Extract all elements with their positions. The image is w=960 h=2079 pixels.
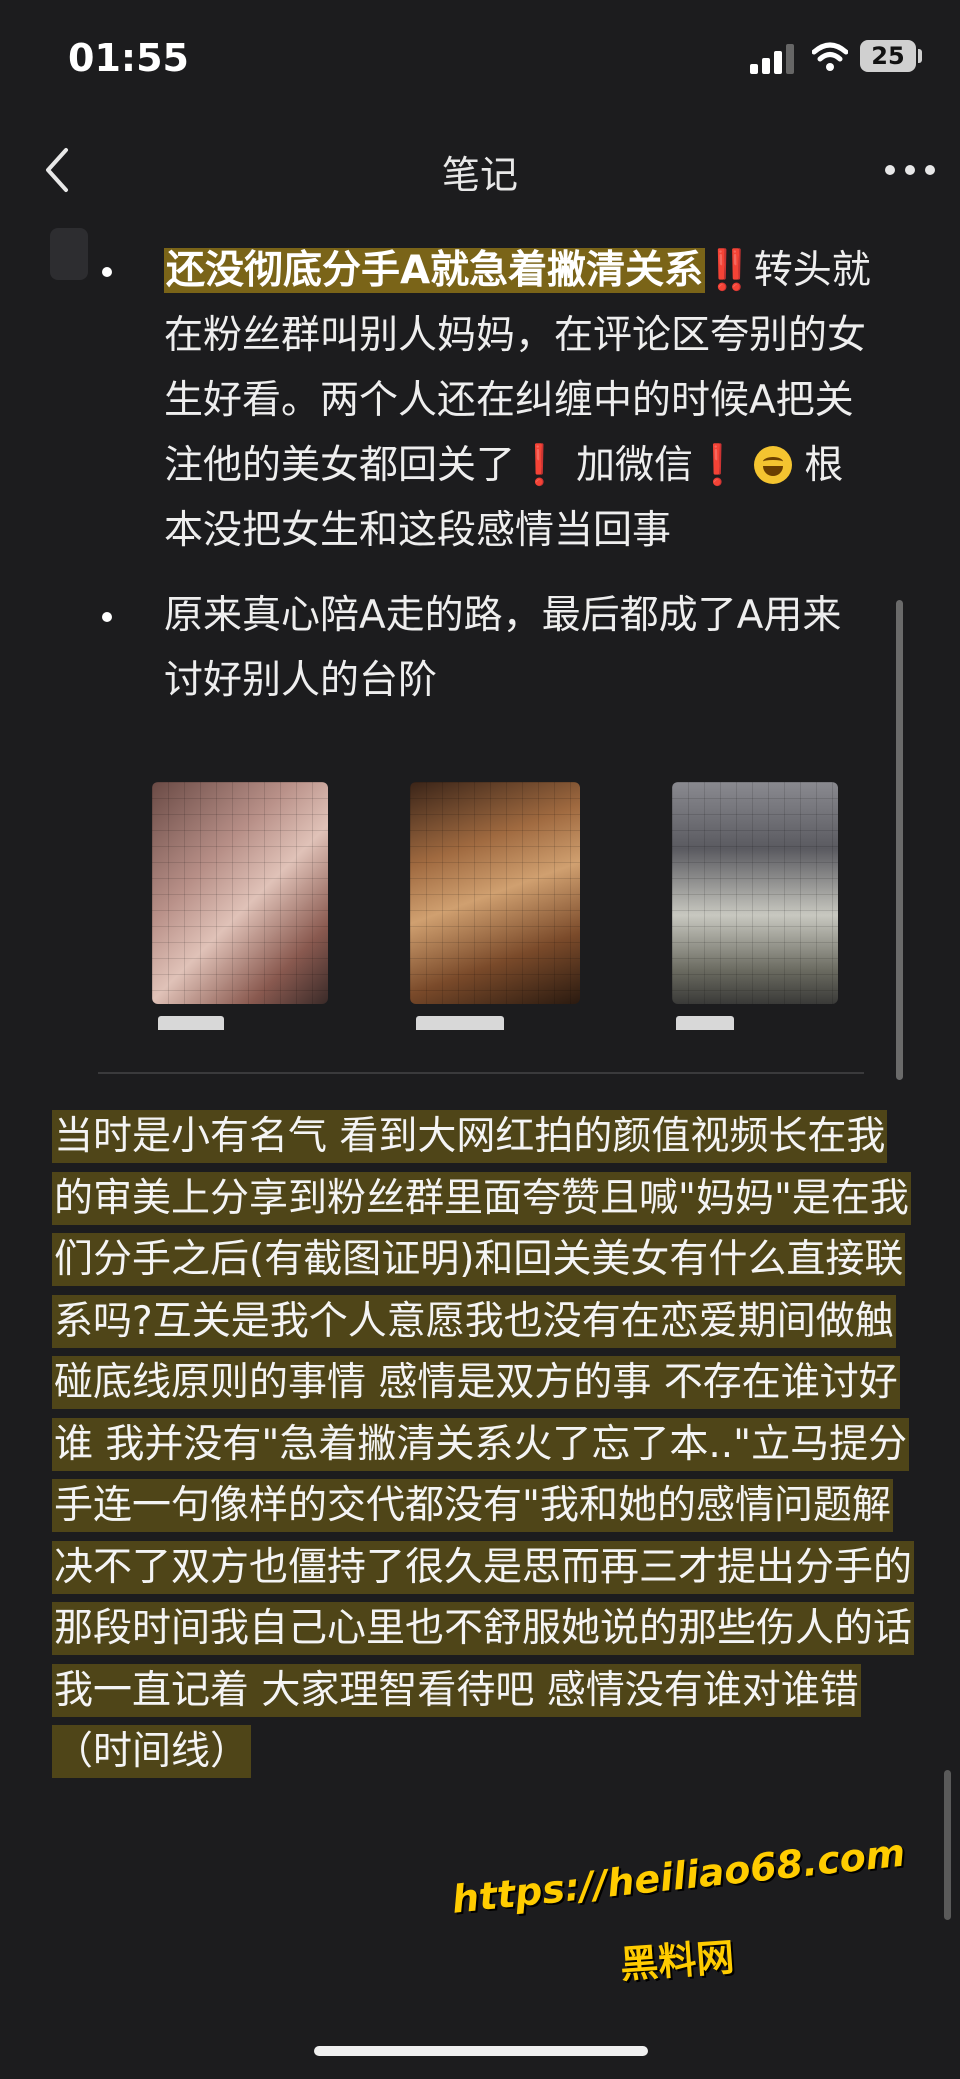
bullet-dot — [102, 267, 112, 277]
blurred-woman-portrait-image[interactable] — [152, 782, 328, 1004]
wifi-icon — [812, 42, 848, 71]
blurred-woman-full-body-image[interactable] — [672, 782, 838, 1004]
bullet-item: 原来真心陪A走的路，最后都成了A用来讨好别人的台阶 — [100, 583, 880, 713]
section-divider — [98, 1072, 864, 1074]
reply-paragraph: 当时是小有名气 看到大网红拍的颜值视频长在我的审美上分享到粉丝群里面夸赞且喊"妈… — [52, 1106, 915, 1783]
reply-text: 当时是小有名气 看到大网红拍的颜值视频长在我的审美上分享到粉丝群里面夸赞且喊"妈… — [52, 1110, 915, 1778]
note-bullet-list: 还没彻底分手A就急着撇清关系‼️转头就在粉丝群叫别人妈妈，在评论区夸别的女生好看… — [100, 238, 880, 733]
watermark-url: https://heiliao68.com — [449, 1830, 908, 1922]
laughing-tears-emoji-icon — [753, 446, 792, 484]
page-title: 笔记 — [441, 153, 518, 197]
pixelation-overlay — [152, 782, 328, 1004]
exclamation-icon: ❗ — [692, 443, 742, 488]
blurred-woman-selfie-image[interactable] — [410, 782, 580, 1004]
clock-time: 01:55 — [68, 36, 189, 80]
bullet-item: 还没彻底分手A就急着撇清关系‼️转头就在粉丝群叫别人妈妈，在评论区夸别的女生好看… — [100, 238, 880, 563]
home-indicator[interactable] — [314, 2046, 648, 2056]
bullet-text: 加微信 — [563, 443, 693, 488]
status-bar: 01:55 25 — [0, 0, 960, 120]
watermark-name: 黑料网 — [618, 1935, 736, 1987]
pixelation-overlay — [672, 782, 838, 1004]
scrollbar-thumb[interactable] — [896, 600, 903, 1080]
photo-caption-tab — [676, 1016, 734, 1030]
cellular-signal-icon — [750, 44, 794, 74]
bullet-text: 原来真心陪A走的路，最后都成了A用来讨好别人的台阶 — [164, 593, 842, 703]
double-exclamation-icon: ‼️ — [705, 248, 754, 293]
highlighted-heading: 还没彻底分手A就急着撇清关系 — [164, 248, 706, 293]
pixelation-overlay — [410, 782, 580, 1004]
battery-tip — [918, 49, 922, 63]
scrollbar-thumb[interactable] — [944, 1770, 951, 1920]
battery-icon: 25 — [860, 40, 916, 72]
exclamation-icon: ❗ — [515, 443, 564, 488]
photo-caption-tab — [158, 1016, 224, 1030]
photo-caption-tab — [416, 1016, 504, 1030]
bullet-dot — [102, 612, 112, 622]
nav-bar: 笔记 — [0, 130, 960, 210]
card-edge — [50, 228, 88, 280]
more-options-icon[interactable] — [880, 150, 940, 190]
